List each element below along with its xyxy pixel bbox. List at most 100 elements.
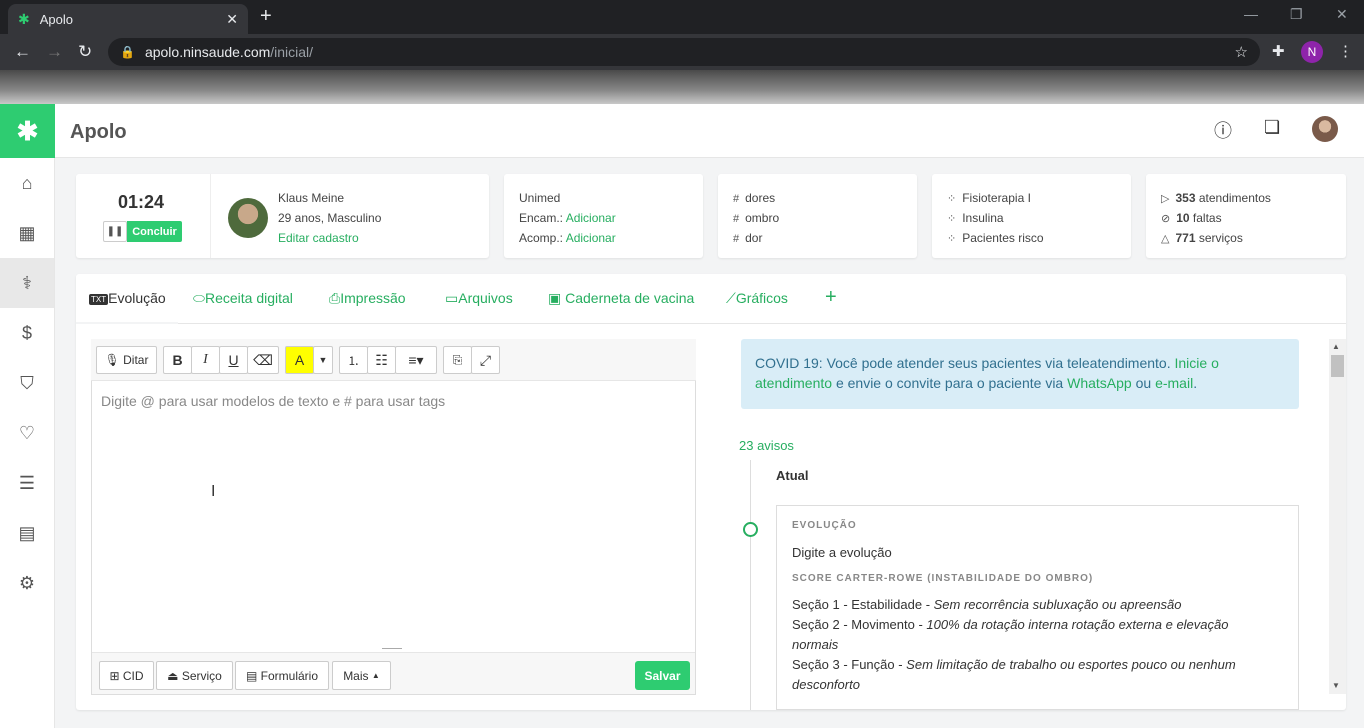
browser-toolbar: ← → ↻ 🔒 apolo.ninsaude.com/inicial/ ☆ — [0, 34, 1364, 70]
score-label: SCORE CARTER-ROWE (INSTABILIDADE DO OMBR… — [792, 573, 1094, 584]
shopping-bag-icon[interactable]: ⛉ — [0, 358, 54, 408]
browser-tab-strip: ✱ Apolo ✕ + — ❐ ✕ — [0, 0, 1364, 34]
close-tab-icon[interactable]: ✕ — [226, 11, 238, 28]
active-tab-indicator — [76, 322, 178, 324]
browser-menu-icon[interactable]: ⋮ — [1338, 42, 1353, 60]
patient-name: Klaus Meine — [278, 191, 345, 205]
close-window-icon[interactable]: ✕ — [1336, 6, 1348, 23]
edit-record-link[interactable]: Editar cadastro — [278, 231, 359, 245]
encam-label: Encam.: — [519, 211, 564, 225]
acomp-row: Acomp.: Adicionar — [519, 231, 616, 245]
group-item[interactable]: ⁘ Fisioterapia I — [947, 191, 1031, 205]
dashboard-icon[interactable]: ▤ — [0, 508, 54, 558]
fullscreen-icon[interactable]: ⤢ — [471, 346, 500, 374]
ban-icon: ⊘ — [1161, 213, 1171, 225]
reload-icon[interactable]: ↻ — [78, 42, 92, 62]
profile-avatar[interactable]: N — [1301, 41, 1323, 63]
save-button[interactable]: Salvar — [635, 661, 690, 690]
minimize-icon[interactable]: — — [1244, 6, 1258, 22]
tab-caderneta-vacina[interactable]: ▣ Caderneta de vacina — [548, 290, 694, 307]
tag-label: dor — [745, 231, 763, 245]
cid-button[interactable]: ⊞ CID — [99, 661, 154, 690]
url-host: apolo.ninsaude.com — [144, 44, 271, 60]
pause-button[interactable]: ❚❚ — [103, 221, 127, 242]
pill-icon: ⬭ — [193, 290, 205, 306]
settings-gear-icon[interactable]: ⚙ — [0, 558, 54, 608]
more-button[interactable]: Mais ▲ — [332, 661, 391, 690]
new-tab-icon[interactable]: + — [260, 5, 272, 28]
home-icon[interactable]: ⌂ — [0, 158, 54, 208]
paste-format-icon[interactable]: ⎘ — [443, 346, 472, 374]
warnings-link[interactable]: 23 avisos — [739, 438, 794, 453]
user-avatar[interactable] — [1312, 116, 1338, 142]
service-button[interactable]: ⏏ Serviço — [156, 661, 233, 690]
eraser-icon[interactable]: ⌫ — [247, 346, 279, 374]
tag-item[interactable]: # dor — [733, 231, 762, 245]
timeline-line — [750, 460, 751, 710]
group-label: Fisioterapia I — [962, 191, 1031, 205]
scrollbar-thumb[interactable] — [1331, 355, 1344, 377]
hashtag-icon: # — [733, 233, 740, 245]
tab-receita-digital[interactable]: ⬭Receita digital — [193, 290, 293, 307]
covid-notice: COVID 19: Você pode atender seus pacient… — [741, 339, 1299, 409]
acomp-add-link[interactable]: Adicionar — [566, 231, 616, 245]
add-tab-icon[interactable]: + — [825, 286, 837, 309]
bookmark-star-icon[interactable]: ☆ — [1235, 43, 1248, 61]
tab-evolucao[interactable]: TXT Evolução — [89, 290, 166, 306]
session-timer: 01:24 — [118, 192, 165, 212]
apolo-logo-icon[interactable]: ✱ — [0, 104, 55, 158]
tag-item[interactable]: # dores — [733, 191, 775, 205]
evolution-text: Digite a evolução — [792, 545, 892, 560]
color-dropdown-icon[interactable]: ▼ — [313, 346, 333, 374]
tag-label: ombro — [745, 211, 780, 225]
scroll-up-icon[interactable]: ▲ — [1332, 342, 1340, 351]
bold-button[interactable]: B — [163, 346, 192, 374]
microphone-icon: 🎙 — [104, 353, 120, 367]
group-item[interactable]: ⁘ Insulina — [947, 211, 1004, 225]
score-section-2: Seção 2 - Movimento - 100% da rotação in… — [792, 617, 1229, 652]
scrollbar[interactable] — [1329, 339, 1346, 694]
help-icon[interactable]: ⓘ — [1214, 117, 1232, 143]
tab-arquivos[interactable]: ▭Arquivos — [445, 290, 513, 307]
patient-photo[interactable] — [228, 198, 268, 238]
browser-tab[interactable]: ✱ Apolo ✕ — [8, 4, 248, 34]
scroll-down-icon[interactable]: ▼ — [1332, 681, 1340, 690]
reports-icon[interactable]: ☰ — [0, 458, 54, 508]
stethoscope-icon[interactable]: ⚕ — [0, 258, 54, 308]
underline-button[interactable]: U — [219, 346, 248, 374]
sidebar: ⌂ ▦ ⚕ $ ⛉ ♡ ☰ ▤ ⚙ — [0, 158, 55, 728]
finance-icon[interactable]: $ — [0, 308, 54, 358]
tag-label: dores — [745, 191, 776, 205]
vaccine-icon: ▣ — [548, 290, 562, 306]
group-item[interactable]: ⁘ Pacientes risco — [947, 231, 1044, 245]
ordered-list-icon[interactable]: ⒈ — [339, 346, 368, 374]
align-dropdown-icon[interactable]: ≡▾ — [395, 346, 437, 374]
form-button[interactable]: ▤ Formulário — [235, 661, 329, 690]
app-name: Apolo — [70, 121, 127, 143]
tab-impressao[interactable]: ⎙Impressão — [329, 290, 406, 307]
service-icon: ⏏ — [167, 668, 179, 683]
whatsapp-link[interactable]: WhatsApp — [1067, 375, 1132, 391]
blurred-bookmarks-bar — [0, 70, 1364, 104]
email-link[interactable]: e-mail — [1155, 375, 1193, 391]
tag-item[interactable]: # ombro — [733, 211, 779, 225]
conclude-button[interactable]: Concluir — [127, 221, 182, 242]
restore-icon[interactable]: ❐ — [1290, 6, 1303, 23]
insurance-plan: Unimed — [519, 191, 561, 205]
back-icon[interactable]: ← — [14, 42, 31, 62]
heart-pulse-icon[interactable]: ♡ — [0, 408, 54, 458]
dictate-button[interactable]: 🎙 Ditar — [96, 346, 157, 374]
chat-icon[interactable]: ❏ — [1264, 117, 1280, 138]
calendar-icon[interactable]: ▦ — [0, 208, 54, 258]
encam-add-link[interactable]: Adicionar — [566, 211, 616, 225]
forward-icon[interactable]: → — [46, 42, 63, 62]
group-label: Pacientes risco — [962, 231, 1044, 245]
italic-button[interactable]: I — [191, 346, 220, 374]
score-section-1: Seção 1 - Estabilidade - Sem recorrência… — [792, 597, 1182, 612]
hashtag-icon: # — [733, 213, 740, 225]
highlight-color-button[interactable]: A — [285, 346, 314, 374]
tab-graficos[interactable]: ⟋Gráficos — [726, 290, 788, 307]
address-bar[interactable]: 🔒 apolo.ninsaude.com/inicial/ ☆ — [108, 38, 1260, 66]
extensions-icon[interactable]: ✚ — [1272, 42, 1285, 60]
unordered-list-icon[interactable]: ☷ — [367, 346, 396, 374]
